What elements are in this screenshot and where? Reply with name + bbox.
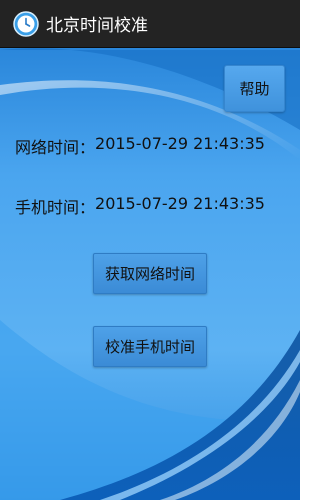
help-button[interactable]: 帮助 — [224, 65, 285, 112]
title-bar: 北京时间校准 — [0, 0, 300, 48]
app-title: 北京时间校准 — [46, 16, 148, 36]
phone-time-label: 手机时间： — [15, 198, 96, 217]
app-screen: 北京时间校准 帮助 网络时间： 2015-07-29 21:43:35 手机时间… — [0, 0, 300, 500]
network-time-label: 网络时间： — [15, 138, 96, 157]
phone-time-value: 2015-07-29 21:43:35 — [95, 194, 265, 213]
fetch-network-time-button[interactable]: 获取网络时间 — [93, 253, 207, 294]
clock-icon — [13, 10, 39, 37]
network-time-value: 2015-07-29 21:43:35 — [95, 134, 265, 153]
calibrate-phone-time-button[interactable]: 校准手机时间 — [93, 326, 207, 367]
phone-time-row: 手机时间： 2015-07-29 21:43:35 — [15, 194, 265, 218]
network-time-row: 网络时间： 2015-07-29 21:43:35 — [15, 134, 265, 158]
